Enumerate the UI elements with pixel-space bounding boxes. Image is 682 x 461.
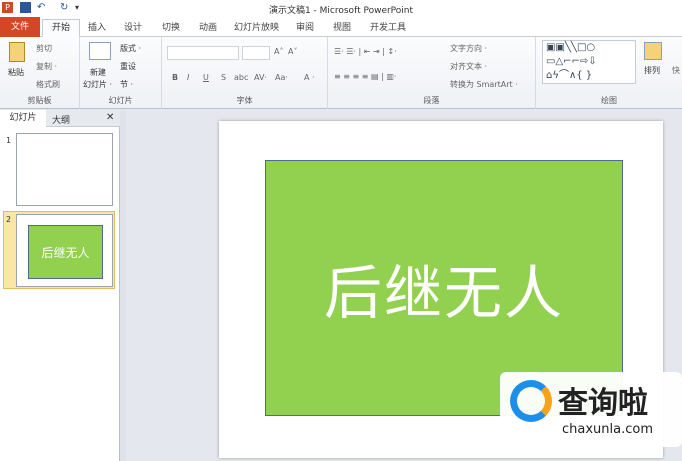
ribbon-tabs: 插入 设计 切换 动画 幻灯片放映 审阅 视图 开发工具 bbox=[0, 17, 682, 37]
reset-button[interactable]: 重设 bbox=[120, 61, 136, 72]
format-painter-button[interactable]: 格式刷 bbox=[36, 79, 60, 90]
layout-button[interactable]: 版式 · bbox=[120, 43, 141, 54]
new-slide-button[interactable]: 新建 bbox=[90, 67, 106, 78]
drawing-group: ▣▣╲╲□○ ▭△⌐⌐⇨⇩ ⌂ϟ⌒∧{ } 排列 快 绘图 bbox=[536, 37, 682, 109]
tab-home[interactable]: 开始 bbox=[42, 19, 80, 38]
new-slide-icon[interactable] bbox=[89, 42, 111, 60]
font-size-select[interactable] bbox=[242, 46, 270, 60]
grow-font-button[interactable]: A˄ bbox=[274, 47, 283, 56]
tab-insert[interactable]: 插入 bbox=[88, 20, 106, 33]
slide-thumbnail-1[interactable] bbox=[16, 133, 113, 206]
font-color-button[interactable]: A · bbox=[304, 73, 315, 82]
panel-splitter[interactable] bbox=[120, 110, 126, 461]
copy-button[interactable]: 复制 · bbox=[36, 61, 57, 72]
new-slide-label[interactable]: 幻灯片 · bbox=[83, 79, 112, 90]
paste-button[interactable]: 粘贴 bbox=[8, 67, 24, 78]
tab-review[interactable]: 审阅 bbox=[296, 20, 314, 33]
tab-design[interactable]: 设计 bbox=[124, 20, 142, 33]
arrange-icon[interactable] bbox=[644, 42, 662, 60]
tab-slides[interactable]: 幻灯片 bbox=[0, 110, 46, 127]
change-case-button[interactable]: Aa· bbox=[275, 73, 288, 82]
tab-animations[interactable]: 动画 bbox=[199, 20, 217, 33]
tab-outline[interactable]: 大纲 bbox=[52, 113, 70, 126]
arrange-button[interactable]: 排列 bbox=[644, 65, 660, 76]
bold-button[interactable]: B bbox=[172, 73, 178, 82]
tab-slideshow[interactable]: 幻灯片放映 bbox=[234, 20, 279, 33]
thumbnail-text: 后继无人 bbox=[28, 225, 103, 279]
shrink-font-button[interactable]: A˅ bbox=[288, 47, 297, 56]
quick-styles-button[interactable]: 快 bbox=[672, 65, 680, 76]
title-bar: P ↶ ↻ ▾ 演示文稿1 - Microsoft PowerPoint bbox=[0, 0, 682, 17]
drawing-label: 绘图 bbox=[601, 96, 617, 105]
shapes-gallery[interactable]: ▣▣╲╲□○ ▭△⌐⌐⇨⇩ ⌂ϟ⌒∧{ } bbox=[542, 40, 636, 84]
slides-label: 幻灯片 bbox=[108, 96, 133, 105]
slide-number: 1 bbox=[6, 136, 12, 145]
strikethrough-button[interactable]: S bbox=[221, 73, 226, 82]
slides-group: 新建 幻灯片 · 版式 · 重设 节 · 幻灯片 bbox=[80, 37, 162, 109]
paste-icon[interactable] bbox=[9, 42, 25, 62]
slide-number: 2 bbox=[6, 215, 12, 224]
align-text-button[interactable]: 对齐文本 · bbox=[450, 61, 487, 72]
clipboard-group: 粘贴 剪切 复制 · 格式刷 剪贴板 bbox=[0, 37, 80, 109]
panel-tabs: 幻灯片 大纲 ✕ bbox=[0, 110, 120, 127]
watermark-name: 查询啦 bbox=[558, 386, 648, 421]
watermark: 查询啦 chaxunla.com bbox=[500, 372, 682, 447]
tab-view[interactable]: 视图 bbox=[333, 20, 351, 33]
slide-text[interactable]: 后继无人 bbox=[324, 246, 564, 330]
list-buttons-icon[interactable]: ☰· ☰· | ⇤ ⇥ | ↕· bbox=[334, 47, 397, 56]
shadow-button[interactable]: abc bbox=[234, 73, 248, 82]
watermark-url: chaxunla.com bbox=[562, 422, 653, 437]
ribbon: 粘贴 剪切 复制 · 格式刷 剪贴板 新建 幻灯片 · 版式 · 重设 节 · … bbox=[0, 37, 682, 109]
tab-transitions[interactable]: 切换 bbox=[162, 20, 180, 33]
char-spacing-button[interactable]: AV· bbox=[254, 73, 267, 82]
watermark-logo-icon bbox=[510, 380, 552, 422]
font-label: 字体 bbox=[236, 96, 253, 105]
window-title: 演示文稿1 - Microsoft PowerPoint bbox=[268, 6, 414, 16]
paragraph-label: 段落 bbox=[423, 96, 440, 105]
align-buttons-icon[interactable]: ≡ ≡ ≡ ≡ ▤ | ▥· bbox=[334, 72, 396, 81]
slide-thumbnail-2[interactable]: 后继无人 bbox=[16, 214, 113, 287]
tab-developer[interactable]: 开发工具 bbox=[370, 20, 406, 33]
section-button[interactable]: 节 · bbox=[120, 79, 133, 90]
convert-smartart-button[interactable]: 转换为 SmartArt · bbox=[450, 79, 518, 90]
tab-file[interactable]: 文件 bbox=[0, 17, 40, 37]
cut-button[interactable]: 剪切 bbox=[36, 43, 52, 54]
italic-button[interactable]: I bbox=[187, 73, 189, 82]
underline-button[interactable]: U bbox=[203, 73, 209, 82]
font-group: A˄ A˅ B I U S abc AV· Aa· A · 字体 bbox=[162, 37, 328, 109]
close-panel-icon[interactable]: ✕ bbox=[106, 112, 114, 123]
clipboard-label: 剪贴板 bbox=[27, 96, 52, 105]
paragraph-group: ☰· ☰· | ⇤ ⇥ | ↕· ≡ ≡ ≡ ≡ ▤ | ▥· 文字方向 · 对… bbox=[328, 37, 536, 109]
font-name-select[interactable] bbox=[167, 46, 239, 60]
text-direction-button[interactable]: 文字方向 · bbox=[450, 43, 487, 54]
